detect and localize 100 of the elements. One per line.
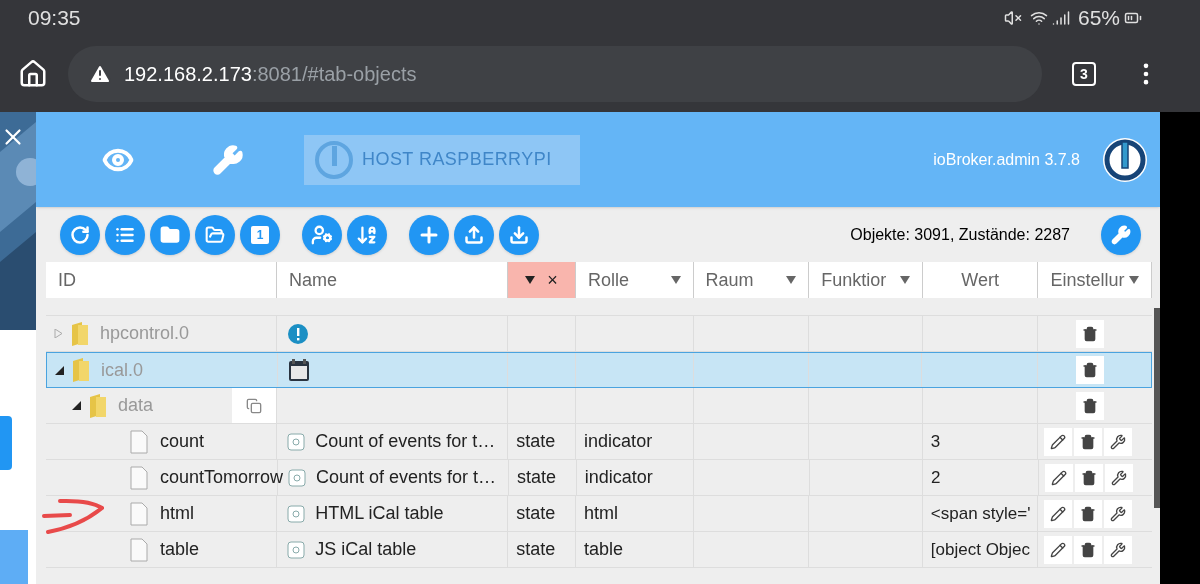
list-button[interactable] <box>105 214 145 255</box>
delete-button[interactable] <box>1075 356 1104 384</box>
settings-button[interactable] <box>1104 499 1133 528</box>
logo-icon <box>314 139 354 180</box>
state-icon <box>287 540 306 559</box>
folder-icon <box>71 357 91 383</box>
address-field[interactable]: 192.168.2.173:8081/#tab-objects <box>68 46 1042 102</box>
delete-button[interactable] <box>1074 499 1103 528</box>
trash-icon <box>1080 541 1097 558</box>
copy-button[interactable] <box>232 388 277 423</box>
edit-button[interactable] <box>1044 463 1073 492</box>
object-type: state <box>516 502 556 525</box>
column-header[interactable]: Einstellur <box>1038 262 1152 298</box>
edit-button[interactable] <box>1044 499 1073 528</box>
column-header[interactable]: Funktior <box>809 262 923 298</box>
dropdown-caret-icon[interactable] <box>670 276 681 284</box>
sort-button[interactable] <box>347 214 387 255</box>
object-id: hpcontrol.0 <box>100 322 190 345</box>
expanded-toggle-icon[interactable] <box>72 401 81 410</box>
column-header[interactable]: Raum <box>693 262 810 298</box>
trash-icon <box>1081 362 1098 378</box>
object-type: state <box>516 430 556 453</box>
object-id: table <box>160 538 200 561</box>
column-header[interactable]: Wert <box>922 262 1039 298</box>
folder-icon <box>88 392 108 419</box>
settings-button[interactable] <box>1104 535 1133 564</box>
object-name: JS iCal table <box>315 538 417 561</box>
object-id: countTomorrow <box>160 466 284 489</box>
state-icon <box>288 468 306 487</box>
folder-button[interactable] <box>195 214 235 255</box>
file-icon <box>130 465 148 490</box>
column-header[interactable]: Rolle <box>576 262 694 298</box>
upload-button[interactable] <box>454 214 494 255</box>
object-name: Count of events for t… <box>315 430 496 453</box>
pencil-icon <box>1050 469 1067 486</box>
object-role: indicator <box>584 430 653 453</box>
object-name: HTML iCal table <box>315 502 444 525</box>
clock-time: 09:35 <box>28 5 81 32</box>
object-id: ical.0 <box>101 358 144 382</box>
edit-button[interactable] <box>1044 535 1073 564</box>
dropdown-caret-icon[interactable] <box>525 276 536 284</box>
home-icon[interactable] <box>18 59 48 89</box>
delete-button[interactable] <box>1076 391 1105 420</box>
object-id: html <box>160 502 194 525</box>
table-row[interactable]: html HTML iCal table state html <span style=' <box>46 496 1152 532</box>
object-role: table <box>584 538 624 561</box>
add-button[interactable] <box>409 214 449 255</box>
wrench-icon <box>1110 469 1127 486</box>
download-button[interactable] <box>499 214 539 255</box>
dropdown-caret-icon[interactable] <box>1129 276 1139 284</box>
dropdown-caret-icon[interactable] <box>899 276 910 284</box>
copy-icon <box>246 397 263 414</box>
object-id: data <box>118 394 154 417</box>
logo-icon <box>1102 136 1148 183</box>
table-row[interactable]: count Count of events for t… state indicator 3 <box>46 424 1152 460</box>
object-name: Count of events for t… <box>316 466 497 489</box>
side-bar <box>0 530 28 584</box>
download-icon <box>509 224 529 245</box>
delete-button[interactable] <box>1076 319 1105 348</box>
mute-icon <box>1003 9 1022 27</box>
scrollbar[interactable] <box>1154 308 1160 508</box>
refresh-button[interactable] <box>60 214 100 255</box>
settings-button[interactable] <box>1104 463 1133 492</box>
dropdown-caret-icon[interactable] <box>786 276 797 284</box>
instance-button[interactable]: 1 <box>240 214 280 255</box>
object-type: state <box>516 466 556 489</box>
pencil-icon <box>1050 505 1067 522</box>
expert-mode-button[interactable] <box>302 214 342 255</box>
delete-button[interactable] <box>1074 463 1103 492</box>
table-row[interactable]: table JS iCal table state table [object Objec <box>46 532 1152 568</box>
collapsed-toggle-icon[interactable] <box>54 329 63 338</box>
wrench-icon <box>1110 505 1127 522</box>
object-value: <span style=' <box>930 502 1031 525</box>
wrench-icon <box>1110 433 1127 450</box>
version-text: ioBroker.admin 3.7.8 <box>933 149 1080 170</box>
table-row[interactable]: countTomorrow Count of events for t… state indicator 2 <box>46 460 1152 496</box>
battery-level: 65% <box>1077 5 1120 32</box>
settings-button[interactable] <box>1104 427 1133 456</box>
wifi-icon <box>1029 9 1048 27</box>
object-id: count <box>160 430 205 453</box>
wrench-icon <box>1111 224 1131 245</box>
state-icon <box>287 504 306 523</box>
folder-button[interactable] <box>150 214 190 255</box>
folder-icon <box>160 224 180 245</box>
user-gear-icon <box>311 223 333 246</box>
trash-icon <box>1080 433 1097 450</box>
delete-button[interactable] <box>1074 535 1103 564</box>
column-header[interactable]: ID <box>46 262 278 298</box>
delete-button[interactable] <box>1074 427 1103 456</box>
trash-icon <box>1080 505 1097 522</box>
file-icon <box>130 429 148 454</box>
annotation-arrow <box>40 498 104 534</box>
trash-icon <box>1082 325 1099 342</box>
info-icon <box>287 322 310 345</box>
edit-button[interactable] <box>1044 427 1073 456</box>
tab-count-button[interactable]: 3 <box>1072 62 1096 86</box>
column-header[interactable]: × <box>508 262 576 298</box>
expanded-toggle-icon[interactable] <box>55 365 64 375</box>
folder-icon <box>70 320 90 347</box>
calendar-icon <box>287 358 310 382</box>
